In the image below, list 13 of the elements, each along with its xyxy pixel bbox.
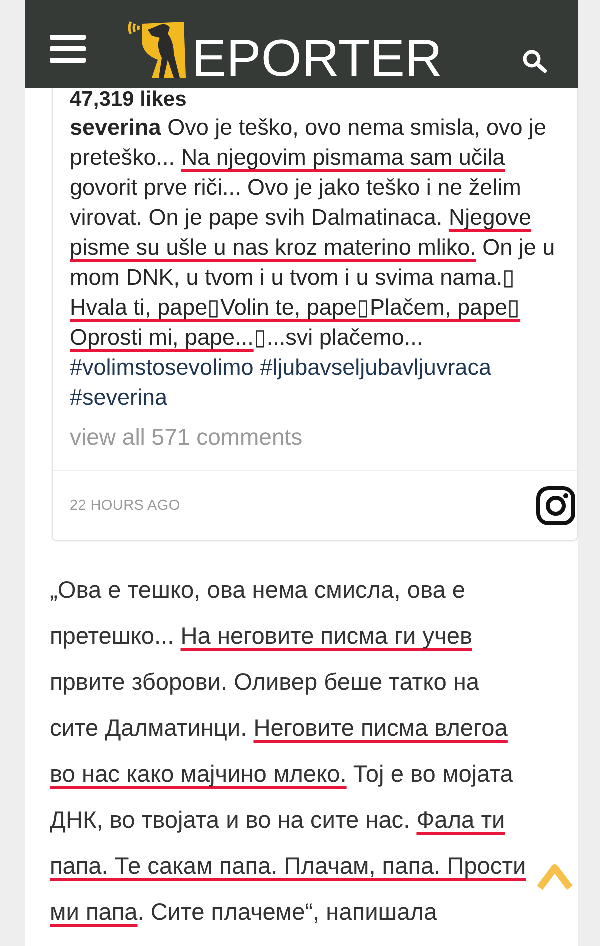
search-icon[interactable] (522, 49, 548, 73)
hashtag-link[interactable]: #severina (70, 385, 168, 410)
post-caption: severina Ovo je teško, ovo nema smisla, ovo je preteško... Na njegovim pismama sam učila govorit prve riči... Ovo je jako teško i ne želim virovat. On je pape svih Dalmatinaca. Njegove pisme su ušle u nas kroz materino mliko. On je u mom DNK, u tvom i u tvom i u svima nama.▯ Hvala ti, pape▯Volin te, pape▯Plačem, pape▯ Oprosti mi, pape...▯...svi plačemo... (70, 114, 556, 352)
logo-icon[interactable] (128, 20, 186, 78)
username-link[interactable]: severina (70, 115, 162, 140)
article-paragraph: „Ова е тешко, ова нема смисла, ова е претешко... На неговите писма ги учев првите зборови. Оливер беше татко на сите Далматинци. Неговите писма влегоа во нас како мајчино млеко. Тој е во мојата ДНК, во твојата и во на сите нас. Фала ти папа. Те сакам папа. Плачам, папа. Прости ми папа. Сите плачеме“, напишала (50, 577, 528, 928)
hashtag-link[interactable]: #volimstosevolimo (70, 355, 254, 380)
hashtag-link[interactable]: #ljubavseljubavljuvraca (260, 355, 492, 380)
likes-count: 47,319 likes (70, 89, 188, 111)
post-timestamp: 22 HOURS AGO (70, 498, 180, 514)
logo-text[interactable]: EPORTER (192, 33, 442, 85)
camera-icon[interactable] (536, 486, 576, 526)
menu-icon[interactable] (50, 35, 86, 63)
